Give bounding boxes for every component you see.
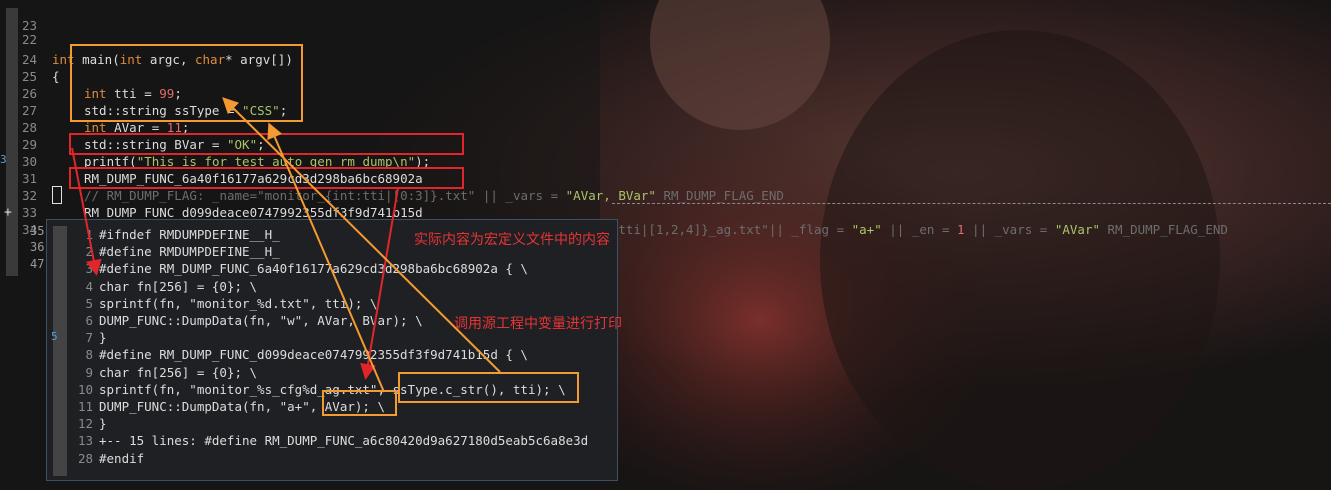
popup-code-text: } [99, 416, 107, 432]
note-print-vars: 调用源工程中变量进行打印 [454, 316, 622, 332]
popup-code-text: #define RM_DUMP_FUNC_d099deace0747992355… [99, 347, 528, 363]
sprintf-args-box [398, 372, 579, 403]
popup-line-number: 4 [85, 278, 93, 294]
popup-line-number: 1 [85, 227, 93, 242]
popup-code-text: char fn[256] = {0}; \ [99, 278, 258, 294]
macro-call-2-box [69, 167, 464, 189]
popup-code-text: } [99, 330, 107, 346]
side-line-number: 36 [30, 240, 45, 254]
popup-code-text: #define RM_DUMP_FUNC_6a40f16177a629cd3d2… [99, 261, 528, 277]
popup-line-number: 3 [85, 261, 93, 277]
popup-line-number: 5 [85, 295, 93, 311]
editor-line[interactable]: 30 RM_DUMP_FUNC_6a40f16177a629cd3d298ba6… [0, 136, 423, 186]
editor-line[interactable]: 29 printf("This is for test auto gen rm … [0, 119, 430, 169]
editor-line[interactable]: 31 // RM_DUMP_FLAG: _name="monitor_{int:… [0, 153, 784, 203]
note-macro-content: 实际内容为宏定义文件中的内容 [414, 232, 610, 248]
popup-line-number: 12 [77, 416, 93, 432]
popup-line-number: 10 [77, 381, 93, 397]
side-line-number: 35 [30, 224, 45, 238]
editor-line[interactable]: 33 // RM_DUMP_FLAG: _name="monitor_{stri… [0, 187, 1228, 237]
popup-line-number: 6 [85, 313, 93, 328]
popup-code-text: #endif [99, 450, 145, 466]
popup-line-number: 13 [77, 433, 93, 449]
popup-code-text: sprintf(fn, "monitor_%d.txt", tti); \ [99, 295, 378, 311]
editor-line: 34 [22, 222, 38, 237]
popup-line-number: 7 [85, 330, 93, 346]
macro-preview-popup: 5 1 #ifndef RMDUMPDEFINE__H_ 2 #define RMDU… [46, 219, 618, 481]
side-line-number: 47 [30, 257, 45, 271]
editor-line[interactable]: 23 int main(int argc, char* argv[]) [0, 17, 293, 67]
editor-line[interactable]: 24 { [0, 34, 60, 84]
fold-divider [612, 203, 1331, 204]
editor-line[interactable]: 27 int AVar = 11; [0, 85, 189, 135]
popup-line-number: 8 [85, 347, 93, 363]
editor-line[interactable]: 26 std::string ssType = "CSS"; [0, 68, 287, 118]
variables-highlight-box [70, 44, 303, 122]
popup-line-number: 11 [77, 399, 93, 414]
editor-line[interactable]: 28 std::string BVar = "OK"; [0, 102, 265, 152]
popup-code-text: char fn[256] = {0}; \ [99, 364, 258, 380]
popup-code-text: +-- 15 lines: #define RM_DUMP_FUNC_a6c80… [99, 433, 589, 449]
dump-args-box [322, 390, 397, 416]
popup-line-number: 9 [85, 364, 93, 380]
popup-code-text: DUMP_FUNC::DumpData(fn, "w", AVar, BVar)… [99, 313, 423, 328]
popup-gutter [53, 226, 67, 476]
popup-line-number: 2 [85, 244, 93, 260]
popup-marker: 5 [51, 330, 58, 343]
editor-line[interactable]: 32 RM_DUMP_FUNC_d099deace0747992355df3f9… [0, 170, 423, 220]
popup-line-number: 28 [77, 450, 93, 466]
cursor-block [52, 186, 62, 204]
editor-line[interactable]: 25 int tti = 99; [0, 51, 182, 101]
popup-code-text: #ifndef RMDUMPDEFINE__H_ [99, 227, 280, 242]
popup-code-text: #define RMDUMPDEFINE__H_ [99, 244, 280, 260]
macro-call-1-box [69, 133, 464, 155]
